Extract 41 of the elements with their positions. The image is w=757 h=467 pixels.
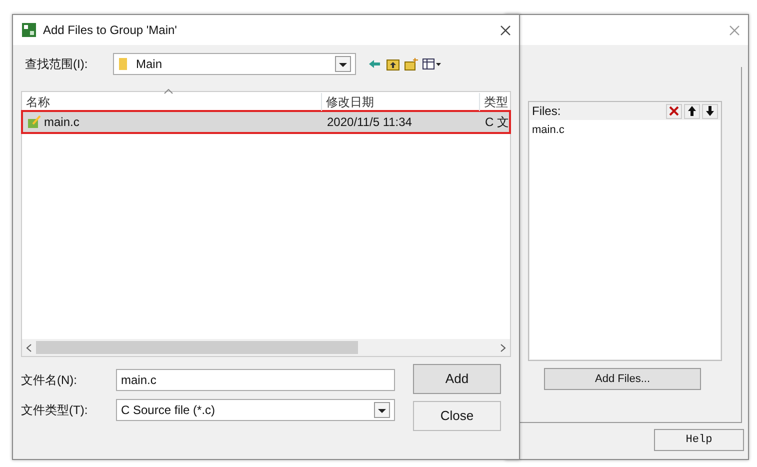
new-folder-icon <box>404 57 418 71</box>
folder-icon <box>118 57 128 71</box>
up-folder-icon <box>386 57 400 71</box>
file-name-field[interactable]: main.c <box>116 369 395 391</box>
app-icon <box>21 22 37 38</box>
add-button[interactable]: Add <box>413 364 501 394</box>
new-folder-button[interactable] <box>404 57 418 71</box>
window-title: Add Files to Group 'Main' <box>43 22 177 39</box>
view-menu-icon <box>422 57 442 71</box>
field-label: 查找范围(I): <box>24 56 89 73</box>
c-file-icon <box>27 115 41 129</box>
help-button[interactable]: Help <box>654 429 744 451</box>
up-arrow-button[interactable] <box>684 104 700 118</box>
scroll-right-icon <box>500 344 506 352</box>
add-files-button[interactable]: Add Files... <box>544 368 701 390</box>
close-icon <box>500 25 511 36</box>
field-label: 文件名(N): <box>21 372 78 389</box>
down-arrow-button[interactable] <box>702 104 718 118</box>
horizontal-scrollbar[interactable] <box>22 339 510 356</box>
up-arrow-icon <box>686 105 698 117</box>
scroll-left-icon <box>26 344 32 352</box>
file-type-dropdown[interactable]: C Source file (*.c) <box>116 399 395 421</box>
delete-button[interactable] <box>666 104 682 118</box>
scroll-thumb[interactable] <box>36 341 358 354</box>
list-item[interactable]: main.c <box>532 122 718 138</box>
up-folder-button[interactable] <box>386 57 400 71</box>
delete-icon <box>668 105 680 117</box>
panel-label: Files: <box>532 103 561 120</box>
back-arrow-icon <box>368 57 382 71</box>
close-button[interactable]: Close <box>413 401 501 431</box>
view-menu-button[interactable] <box>422 57 442 71</box>
close-icon <box>729 25 740 36</box>
folder-dropdown[interactable]: Main <box>113 53 356 75</box>
file-name: main.c <box>44 114 80 131</box>
file-type: C 文 <box>484 114 509 131</box>
file-date: 2020/11/5 11:34 <box>326 114 413 131</box>
down-arrow-icon <box>704 105 716 117</box>
column-header[interactable]: 类型 <box>480 93 510 111</box>
file-row[interactable]: main.c 2020/11/5 11:34 C 文 <box>23 112 509 132</box>
close-button[interactable] <box>500 24 511 36</box>
field-label: 文件类型(T): <box>21 402 89 419</box>
